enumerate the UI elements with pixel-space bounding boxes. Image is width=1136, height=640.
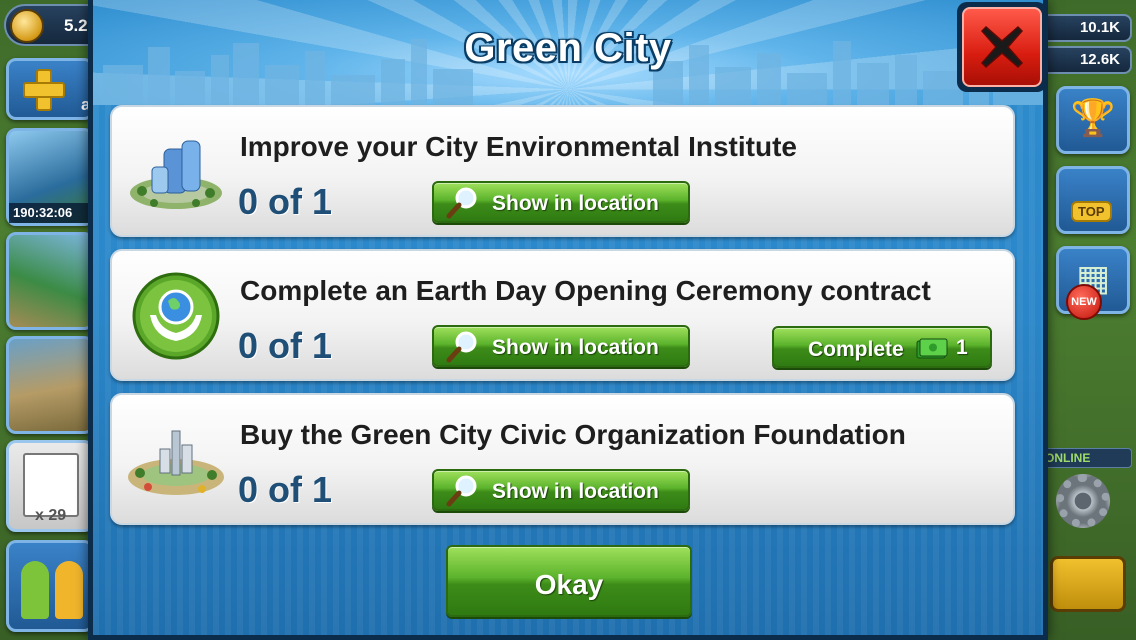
task-card: Improve your City Environmental Institut… (110, 105, 1015, 237)
stat-population: 10.1K (1040, 14, 1132, 42)
new-badge: NEW (1066, 284, 1102, 320)
magnifier-icon (446, 475, 477, 507)
show-in-location-button[interactable]: Show in location (432, 325, 690, 367)
magnifier-icon (446, 187, 477, 219)
show-in-location-label: Show in location (492, 336, 659, 359)
quest-timer: 190:32:06 (9, 203, 91, 223)
show-in-location-button[interactable]: Show in location (432, 181, 690, 223)
task-progress: 0 of 1 (238, 181, 333, 222)
task-title: Improve your City Environmental Institut… (240, 131, 797, 162)
task-card: Buy the Green City Civic Organization Fo… (110, 393, 1015, 525)
quest-tile-stadium[interactable] (6, 232, 94, 330)
task-progress: 0 of 1 (238, 469, 333, 510)
institute-building-icon (130, 140, 222, 209)
close-button[interactable] (957, 2, 1047, 92)
add-currency-button[interactable]: a (6, 58, 94, 120)
coins-icon (10, 9, 44, 43)
trophy-icon: 🏆 (1070, 97, 1116, 138)
quest-tile-construction[interactable] (6, 336, 94, 434)
left-hud: 5.25 a 190:32:06 x 29 (0, 0, 114, 640)
bulldozer-icon[interactable] (1050, 556, 1126, 612)
close-icon (980, 25, 1024, 69)
magnifier-icon (446, 331, 477, 363)
dialog-header: Green City (93, 0, 1043, 105)
complete-label: Complete (808, 338, 904, 361)
plus-icon (23, 69, 65, 111)
task-card: Complete an Earth Day Opening Ceremony c… (110, 249, 1015, 381)
cash-icon (916, 338, 948, 359)
complete-button[interactable]: Complete 1 (772, 326, 992, 368)
task-title: Complete an Earth Day Opening Ceremony c… (240, 275, 931, 306)
stat-capacity: 12.6K (1040, 46, 1132, 74)
quest-tile-city[interactable]: 190:32:06 (6, 128, 94, 226)
complete-cost: 1 (956, 336, 968, 359)
right-hud: 10.1K 12.6K 🏆 TOP ▦ NEW ONLINE (1040, 0, 1136, 640)
friends-button[interactable] (6, 540, 94, 632)
close-button-face[interactable] (962, 7, 1042, 87)
tasks-button[interactable]: x 29 (6, 440, 94, 532)
gear-icon[interactable] (1056, 474, 1110, 528)
online-status: ONLINE (1040, 448, 1132, 468)
okay-label: Okay (534, 569, 604, 600)
top-label: TOP (1071, 201, 1112, 222)
tasks-count: x 29 (35, 507, 67, 524)
foundation-building-icon (128, 430, 224, 495)
person-icon (21, 561, 49, 619)
task-progress: 0 of 1 (238, 325, 333, 366)
dialog-title: Green City (464, 26, 672, 70)
earth-hands-icon (132, 272, 220, 360)
show-in-location-label: Show in location (492, 192, 659, 215)
show-in-location-button[interactable]: Show in location (432, 469, 690, 511)
person-icon (55, 561, 83, 619)
top-ratings-button[interactable]: TOP (1056, 166, 1130, 234)
show-in-location-label: Show in location (492, 480, 659, 503)
okay-button[interactable]: Okay (446, 545, 692, 617)
task-title: Buy the Green City Civic Organization Fo… (240, 419, 906, 450)
achievements-button[interactable]: 🏆 (1056, 86, 1130, 154)
